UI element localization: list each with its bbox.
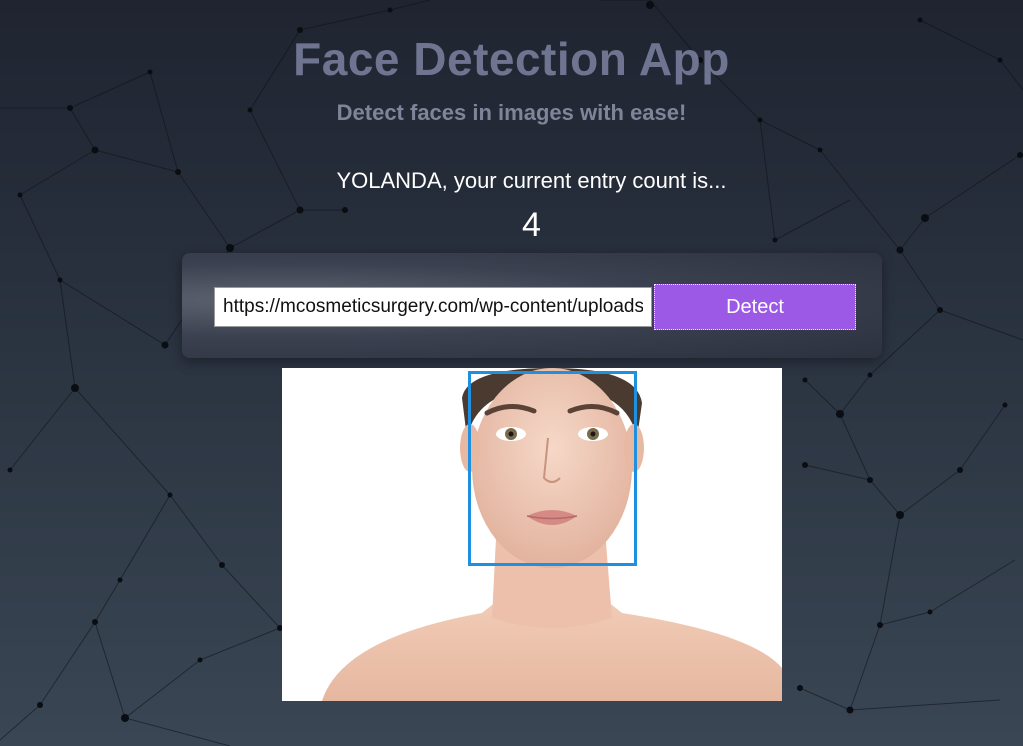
image-url-input[interactable] [214,287,652,327]
entry-count-value: 4 [522,206,541,244]
face-bounding-box [468,371,637,566]
entry-count-message: YOLANDA, your current entry count is... [336,168,727,193]
face-image-container [282,368,782,701]
page-subtitle: Detect faces in images with ease! [336,100,687,125]
page-title: Face Detection App [293,33,730,85]
detect-button[interactable]: Detect [654,284,856,330]
